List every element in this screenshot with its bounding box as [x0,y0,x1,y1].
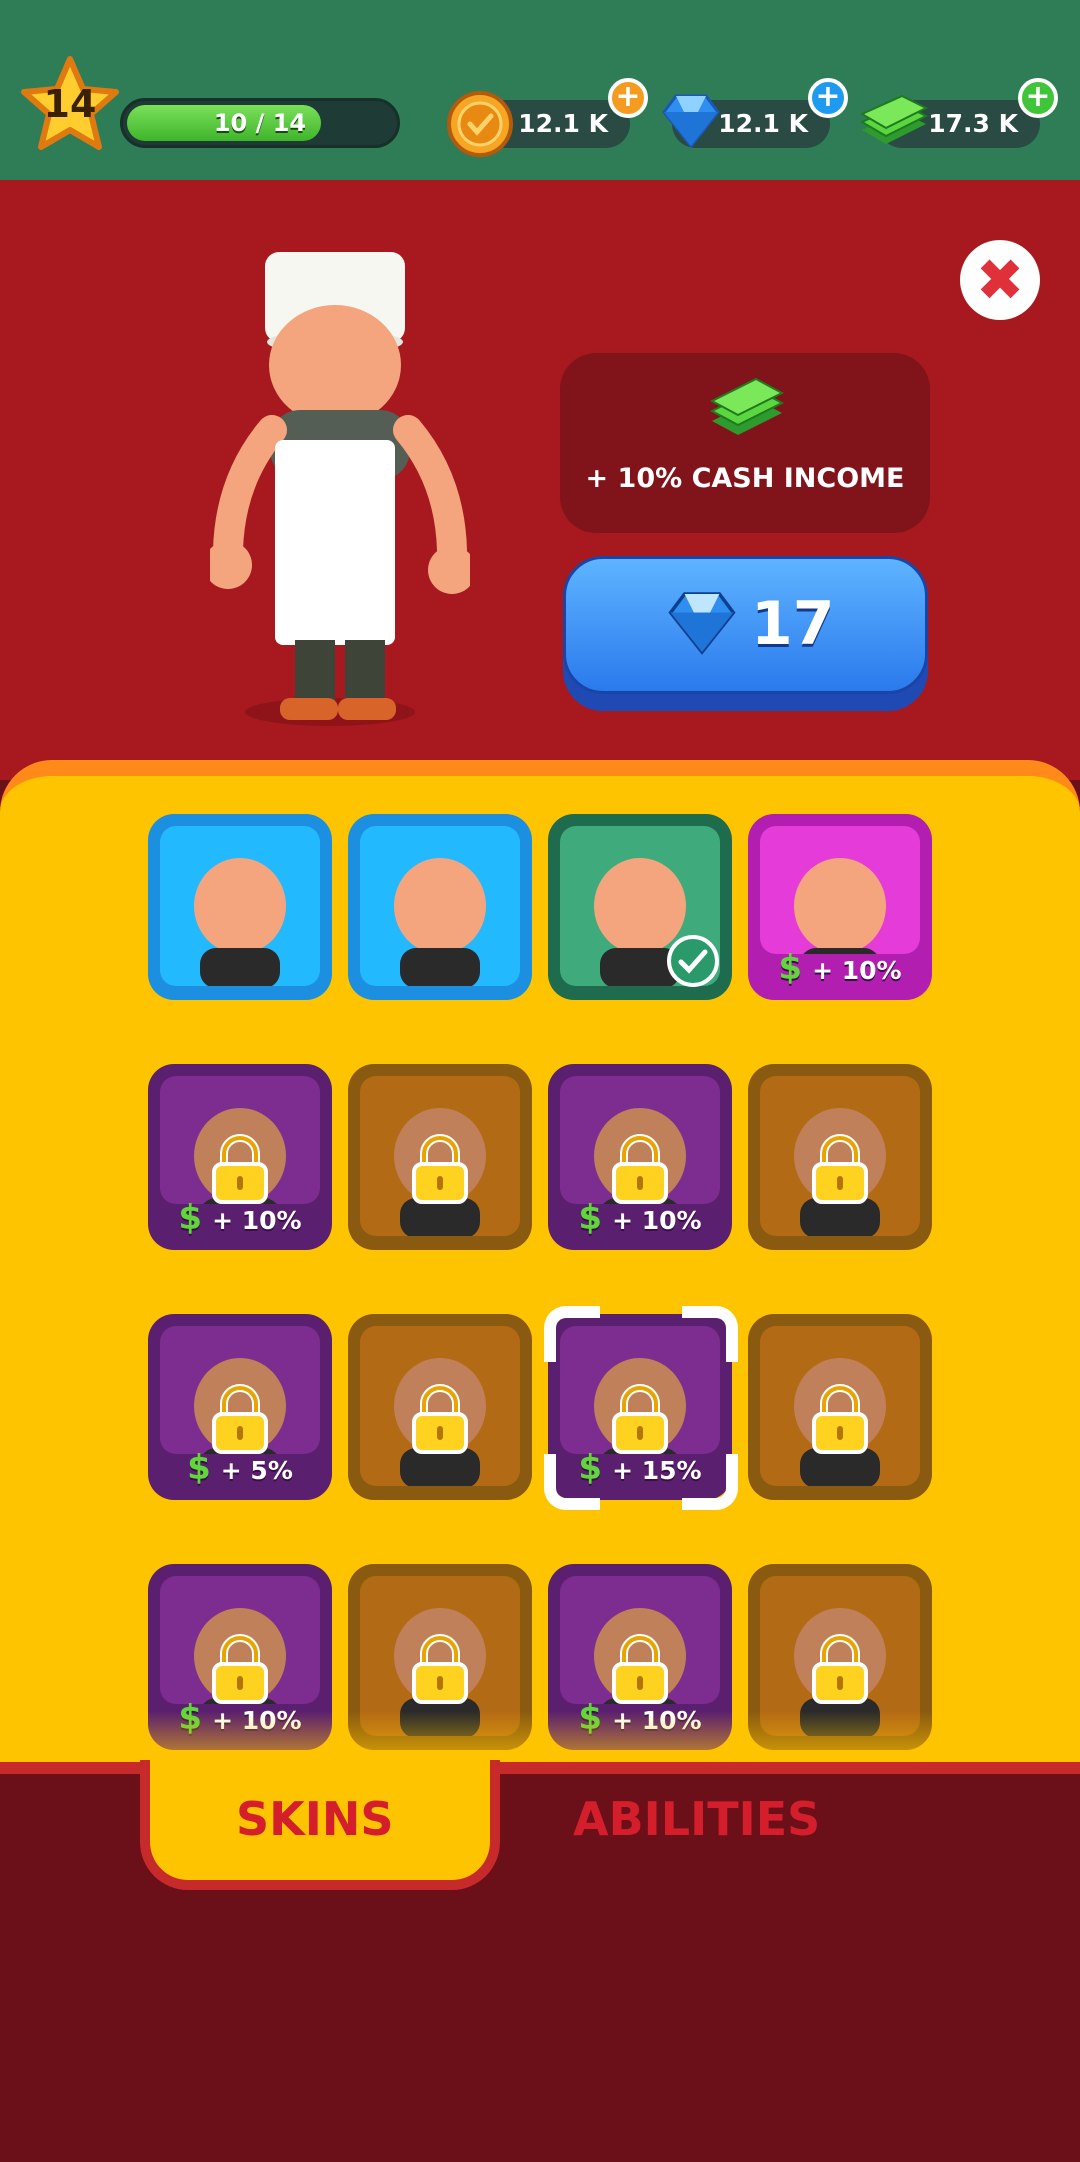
add-coins-button[interactable]: + [608,78,648,118]
lock-icon [412,1384,468,1454]
income-bonus-text: + 10% CASH INCOME [585,463,905,494]
skin-bonus-text: + 10% [612,1206,702,1235]
skin-card-chef[interactable] [748,1064,932,1250]
skin-card-inner [160,826,320,986]
bottom-tab-bar: SKINS ABILITIES [0,1760,1080,2162]
skin-portrait [194,858,286,986]
dollar-icon: $ [178,1198,203,1238]
skin-bonus: $ + 5% [148,1448,332,1488]
lock-icon [212,1634,268,1704]
selection-corner [682,1454,738,1510]
xp-progress-bar: 10 / 14 [120,98,400,148]
skin-card-dark-hair-locked[interactable]: $ + 10% [148,1064,332,1250]
skin-bonus: $ + 10% [548,1198,732,1238]
xp-progress-text: 10 / 14 [213,109,307,137]
skin-card-beanie-2[interactable] [348,1314,532,1500]
lock-icon [612,1134,668,1204]
lock-icon [412,1134,468,1204]
skin-card-beanie[interactable] [348,1064,532,1250]
level-number: 14 [43,82,97,126]
character-preview [210,252,470,726]
skin-card-santa[interactable] [348,814,532,1000]
lock-icon [212,1384,268,1454]
cash-icon [859,94,929,144]
selection-corner [544,1306,600,1362]
skin-bonus-card: + 10% CASH INCOME [560,353,930,533]
skin-portrait [394,858,486,986]
close-button[interactable]: ✖ [960,240,1040,320]
skin-card-inner [760,826,920,954]
selection-corner [544,1454,600,1510]
lock-icon [812,1634,868,1704]
skin-bonus-text: + 5% [220,1456,293,1485]
skin-card-inner [360,826,520,986]
skin-bonus: $ + 10% [748,948,932,988]
buy-skin-button[interactable]: 17 [563,556,928,711]
skin-card-general[interactable] [148,814,332,1000]
skin-bonus-text: + 10% [812,956,902,985]
skin-card-chef-2[interactable] [748,1314,932,1500]
buy-button-face: 17 [563,556,928,694]
add-cash-button[interactable]: + [1018,78,1058,118]
cash-amount: 17.3 K [928,109,1018,138]
skins-panel: $+ 10%$+ 10%$+ 10%$+ 5%$+ 15%$+ 10%$+ 10… [0,760,1080,1770]
skin-card-cowboy-cash[interactable]: $ + 10% [548,1064,732,1250]
close-icon: ✖ [975,246,1025,314]
skin-card-cowboy-gem[interactable]: $ + 5% [148,1314,332,1500]
tab-skins-label: SKINS [236,1792,394,1846]
skin-card-dark-hair[interactable]: $ + 10% [748,814,932,1000]
coin-amount: 12.1 K [518,109,608,138]
selection-frame [544,1306,738,1510]
lock-icon [612,1634,668,1704]
coin-icon [447,91,513,157]
gem-icon [662,94,720,149]
gem-amount: 12.1 K [718,109,808,138]
skin-bonus-text: + 10% [212,1206,302,1235]
lock-icon [812,1384,868,1454]
selection-corner [682,1306,738,1362]
skin-card-mafia[interactable] [548,814,732,1000]
equipped-check-icon [667,935,719,987]
add-gems-button[interactable]: + [808,78,848,118]
gem-icon [668,592,736,655]
lock-icon [212,1134,268,1204]
lock-icon [812,1134,868,1204]
cash-stack-icon [709,377,785,435]
skin-bonus: $ + 10% [148,1198,332,1238]
top-hud: 14 10 / 14 12.1 K + 12.1 K + 17.3 K + [0,0,1080,180]
dollar-icon: $ [578,1198,603,1238]
dollar-icon: $ [187,1448,211,1488]
tab-abilities[interactable]: ABILITIES [573,1792,820,1846]
price-label: 17 [751,589,835,659]
dollar-icon: $ [778,948,803,988]
skin-portrait [794,858,886,954]
lock-icon [412,1634,468,1704]
